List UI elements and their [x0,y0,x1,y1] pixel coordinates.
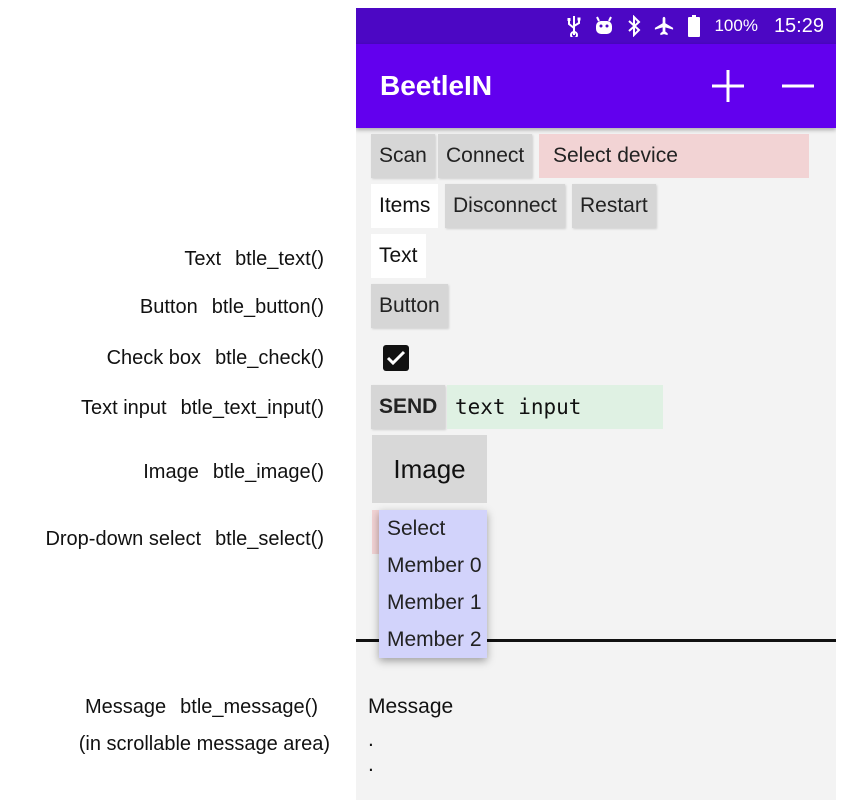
phone-screen: 100% 15:29 BeetleIN Scan Connect Select … [356,8,836,800]
annotation-func: btle_select() [215,528,324,550]
annotation-func: btle_text() [235,248,324,270]
demo-button[interactable]: Button [371,284,448,328]
message-dot: . [368,728,374,751]
dropdown-menu: Select Member 0 Member 1 Member 2 [379,510,487,658]
scan-button[interactable]: Scan [371,134,435,178]
message-dot: . [368,753,374,776]
dropdown-option[interactable]: Member 0 [379,547,487,584]
annotation-func: btle_text_input() [180,397,324,419]
dropdown-option[interactable]: Select [379,510,487,547]
annotation-message: Message btle_message() [85,696,318,719]
clock: 15:29 [773,14,824,37]
airplane-icon [654,15,674,37]
annotation-text: Text btle_text() [184,248,324,271]
annotation-func: btle_check() [215,347,324,369]
usb-icon [564,15,584,37]
annotation-label: Text input [80,397,167,419]
minus-icon[interactable] [776,64,820,108]
bluetooth-icon [624,15,644,37]
annotation-func: btle_image() [212,461,324,483]
annotation-label: Image [143,461,199,483]
restart-button[interactable]: Restart [572,184,656,228]
items-label: Items [371,184,439,228]
android-debug-icon [594,15,614,37]
checkbox[interactable] [383,345,409,371]
image-widget: Image [372,435,487,503]
annotation-label: Message [85,696,167,718]
annotation-label: Button [139,296,198,318]
text-widget: Text [371,234,426,278]
plus-icon[interactable] [706,64,750,108]
send-button[interactable]: SEND [371,385,446,429]
app-bar: BeetleIN [356,44,836,128]
battery-icon [684,15,704,37]
annotation-func: btle_message() [180,696,318,718]
text-input-field[interactable]: text input [447,385,663,429]
device-select[interactable]: Select device [539,134,809,178]
dropdown-option[interactable]: Member 1 [379,584,487,621]
dropdown-option[interactable]: Member 2 [379,621,487,658]
check-icon [386,350,406,366]
app-title: BeetleIN [380,70,493,101]
annotation-label: Drop-down select [45,528,202,550]
annotation-text-input: Text input btle_text_input() [81,397,324,420]
status-bar: 100% 15:29 [356,8,836,44]
message-text: Message [368,695,454,718]
annotation-select: Drop-down select btle_select() [45,528,324,551]
annotation-label: Check box [106,347,202,369]
annotation-label: Text [184,248,222,270]
connect-button[interactable]: Connect [438,134,533,178]
annotation-note: (in scrollable message area) [78,733,330,755]
battery-percentage: 100% [714,16,758,35]
annotation-image: Image btle_image() [143,461,324,484]
annotation-check: Check box btle_check() [107,347,324,370]
annotation-func: btle_button() [211,296,324,318]
disconnect-button[interactable]: Disconnect [445,184,565,228]
annotation-button: Button btle_button() [140,296,324,319]
